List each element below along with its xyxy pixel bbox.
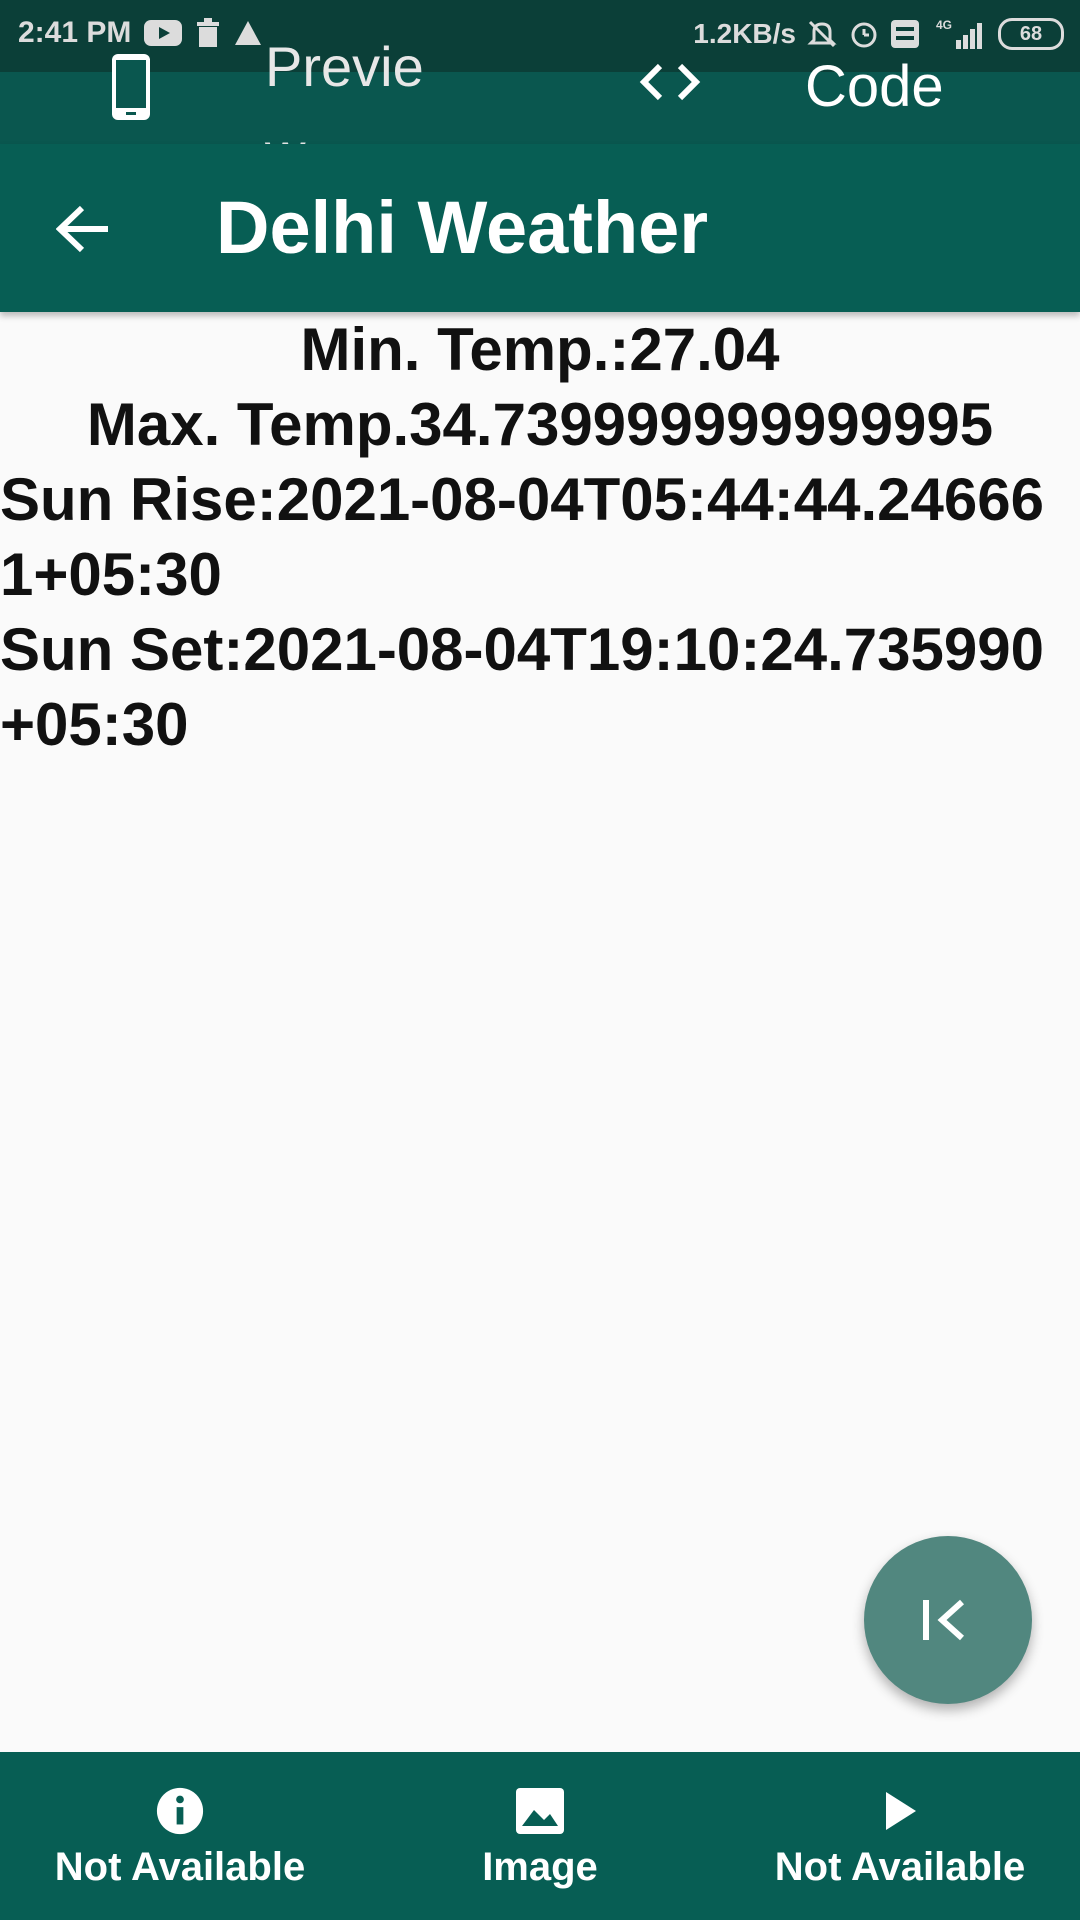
collapse-fab-button[interactable] (864, 1536, 1032, 1704)
status-right: 1.2KB/s 4G 68 (693, 18, 1064, 50)
collapse-left-icon (923, 1599, 965, 1641)
signal-icon: 4G (936, 18, 982, 49)
app-bar: Delhi Weather (0, 144, 1080, 312)
max-temp-text: Max. Temp.34.739999999999995 (86, 391, 994, 458)
status-left: 2:41 PM (18, 16, 263, 50)
trash-icon (197, 18, 220, 47)
nav-item-play[interactable]: Not Available (720, 1752, 1080, 1920)
page-title: Delhi Weather (216, 186, 709, 269)
nav-label-image: Image (482, 1845, 598, 1889)
min-temp-text: Min. Temp.:27.04 (300, 316, 780, 383)
nav-label-play: Not Available (774, 1845, 1026, 1889)
warning-icon (235, 21, 262, 45)
code-tab[interactable]: Code (805, 52, 944, 122)
network-type: 4G (936, 18, 952, 32)
sun-rise-text: Sun Rise:2021-08-04T05:44:44.246661+05:3… (0, 466, 1044, 608)
nav-item-info[interactable]: Not Available (0, 1752, 360, 1920)
net-speed: 1.2KB/s (693, 18, 796, 49)
volte-icon (891, 20, 919, 48)
youtube-icon (144, 20, 183, 46)
info-icon (156, 1787, 204, 1835)
arrow-left-icon[interactable] (56, 204, 112, 254)
bottom-nav: Not Available Image Not Available (0, 1752, 1080, 1920)
image-icon (516, 1788, 564, 1834)
sun-set-text: Sun Set:2021-08-04T19:10:24.735990+05:30 (0, 616, 1044, 758)
phone-icon[interactable] (110, 52, 152, 122)
preview-code-bar: Preview Code (0, 35, 1080, 184)
code-chevrons-icon[interactable] (638, 60, 702, 104)
status-time: 2:41 PM (18, 16, 132, 49)
weather-details: Min. Temp.:27.04 Max. Temp.34.7399999999… (0, 312, 1080, 762)
nav-label-info: Not Available (54, 1845, 306, 1889)
battery-indicator: 68 (998, 18, 1064, 50)
play-icon (886, 1792, 916, 1830)
mute-icon (807, 20, 837, 48)
nav-item-image[interactable]: Image (360, 1752, 720, 1920)
alarm-icon (851, 22, 877, 48)
